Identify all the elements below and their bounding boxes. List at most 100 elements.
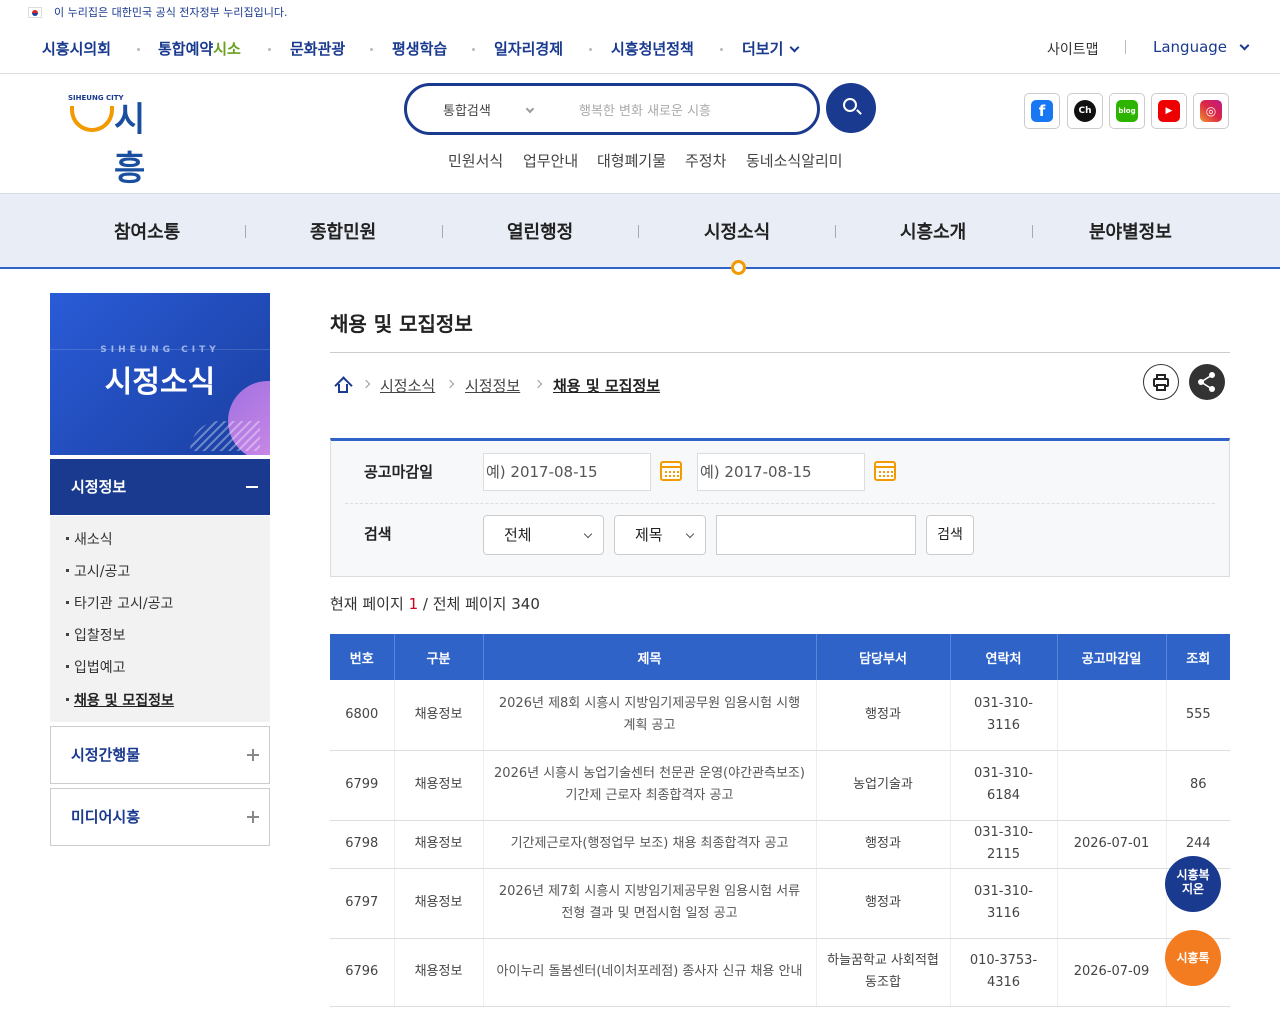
logo-smile-shape [70,106,114,132]
date-from-input[interactable]: 예) 2017-08-15 [483,453,651,491]
instagram-icon[interactable]: ◎ [1193,93,1229,129]
search-filter-panel: 공고마감일 예) 2017-08-15 예) 2017-08-15 검색 전체 … [330,438,1230,577]
field-select[interactable]: 제목 [614,515,706,555]
lnb-section-city-info[interactable]: 시정정보 [50,459,270,515]
gnb-about-siheung[interactable]: 시흥소개 [900,218,966,244]
row-title-link[interactable]: 2026년 시흥시 농업기술센터 천문관 운영(야간관측보조) 기간제 근로자 … [483,750,817,821]
breadcrumb-city-info[interactable]: 시정정보 [465,375,520,396]
gnb-separator [245,225,246,238]
gov-banner[interactable]: 이 누리집은 대한민국 공식 전자정부 누리집입니다. [0,0,1280,26]
col-category: 구분 [394,634,484,680]
plus-icon [247,811,259,823]
gnb-separator [638,225,639,238]
col-contact: 연락처 [950,634,1058,680]
chevron-right-icon [445,379,455,389]
row-title-link[interactable]: 기간제근로자(행정업무 보조) 채용 최종합격자 공고 [483,820,817,869]
recruitment-table: 번호 구분 제목 담당부서 연락처 공고마감일 조회 6800 채용정보 2026년… [330,634,1230,1007]
row-title-link[interactable]: 2026년 제7회 시흥시 지방임기제공무원 임용시험 서류전형 결과 및 면접… [483,868,817,939]
chevron-down-icon [1239,40,1250,51]
col-number: 번호 [330,634,395,680]
title-divider [330,352,1230,353]
search-input[interactable]: 행복한 변화 새로운 시흥 [579,100,711,119]
home-icon[interactable] [334,376,353,395]
lnb-item-legislation[interactable]: 입법예고 [66,657,126,677]
youtube-icon[interactable]: ▶ [1151,93,1187,129]
lnb-section-publications[interactable]: 시정간행물 [50,726,270,784]
quick-link-parking[interactable]: 주정차 [685,150,726,171]
lnb-submenu: 새소식 고시/공고 타기관 고시/공고 입찰정보 입법예고 채용 및 모집정보 [50,516,270,722]
talk-float-button[interactable]: 시흥톡 [1165,930,1221,986]
keyword-input[interactable] [716,515,916,555]
breadcrumb-city-news[interactable]: 시정소식 [380,375,435,396]
util-separator [720,48,723,51]
table-row[interactable]: 6798 채용정보 기간제근로자(행정업무 보조) 채용 최종합격자 공고 행정과 03… [330,820,1230,869]
util-link-council[interactable]: 시흥시의회 [42,38,111,59]
util-link-more[interactable]: 더보기 [742,38,800,59]
util-separator [268,48,271,51]
lnb-item-recruitment[interactable]: 채용 및 모집정보 [66,690,174,710]
table-row[interactable]: 6796 채용정보 아이누리 돌봄센터(네이처포레점) 종사자 신규 채용 안내 하늘… [330,938,1230,1007]
filter-search-button[interactable]: 검색 [926,515,974,555]
lnb-section-media[interactable]: 미디어시흥 [50,788,270,846]
sitemap-link[interactable]: 사이트맵 [1047,39,1099,59]
active-menu-indicator [731,260,746,275]
gnb-city-news[interactable]: 시정소식 [704,218,770,244]
table-row[interactable]: 6797 채용정보 2026년 제7회 시흥시 지방임기제공무원 임용시험 서류전형… [330,868,1230,939]
search-icon [843,98,857,112]
col-views: 조회 [1166,634,1230,680]
util-link-culture[interactable]: 문화관광 [290,38,345,59]
chevron-down-icon [685,529,695,539]
siheung-logo[interactable]: SIHEUNG CITY 시흥 [68,90,168,189]
quick-link-forms[interactable]: 민원서식 [448,150,503,171]
util-link-learning[interactable]: 평생학습 [392,38,447,59]
calendar-icon[interactable] [874,461,896,481]
minus-icon [246,486,258,488]
gnb-open-admin[interactable]: 열린행정 [507,218,573,244]
chevron-down-icon [789,42,800,53]
date-to-input[interactable]: 예) 2017-08-15 [697,453,865,491]
util-divider [1125,40,1126,54]
gnb-civil-service[interactable]: 종합민원 [310,218,376,244]
lnb-item-news[interactable]: 새소식 [66,529,113,549]
row-title-link[interactable]: 아이누리 돌봄센터(네이처포레점) 종사자 신규 채용 안내 [483,938,817,1007]
util-separator [137,48,140,51]
row-title-link[interactable]: 2026년 제8회 시흥시 지방임기제공무원 임용시험 시행계획 공고 [483,680,817,751]
lnb-item-notice[interactable]: 고시/공고 [65,561,130,581]
util-separator [472,48,475,51]
col-department: 담당부서 [816,634,951,680]
lnb-item-other-notice[interactable]: 타기관 고시/공고 [65,593,173,613]
decorative-stripes [190,421,260,451]
language-select[interactable]: Language [1153,38,1250,56]
col-deadline: 공고마감일 [1057,634,1167,680]
print-button[interactable] [1143,364,1179,400]
lnb-banner: SIHEUNG CITY 시정소식 [50,293,270,455]
kakao-channel-icon[interactable]: Ch [1067,93,1103,129]
gnb-field-info[interactable]: 분야별정보 [1089,218,1172,244]
facebook-icon[interactable]: f [1024,93,1060,129]
blog-icon[interactable]: blog [1109,93,1145,129]
page-title: 채용 및 모집정보 [330,312,473,336]
category-select[interactable]: 전체 [483,515,604,555]
table-row[interactable]: 6799 채용정보 2026년 시흥시 농업기술센터 천문관 운영(야간관측보조) … [330,750,1230,821]
quick-link-bulky-waste[interactable]: 대형폐기물 [597,150,666,171]
utility-nav: 시흥시의회 통합예약시소 문화관광 평생학습 일자리경제 시흥청년정책 더보기 … [0,26,1280,74]
quick-link-neighborhood-alarm[interactable]: 동네소식알리미 [746,150,843,171]
table-row[interactable]: 6800 채용정보 2026년 제8회 시흥시 지방임기제공무원 임용시험 시행계획… [330,680,1230,751]
share-button[interactable] [1189,364,1225,400]
util-link-youth[interactable]: 시흥청년정책 [611,38,694,59]
deadline-label: 공고마감일 [364,463,434,481]
calendar-icon[interactable] [660,461,682,481]
filter-divider [345,503,1215,504]
lnb-item-bid[interactable]: 입찰정보 [66,625,126,645]
search-button[interactable] [826,83,876,133]
search-category-select[interactable]: 통합검색 [443,100,535,119]
total-pages: 340 [511,595,540,613]
gnb-participation[interactable]: 참여소통 [114,218,180,244]
chevron-down-icon [525,104,535,114]
breadcrumb-recruitment[interactable]: 채용 및 모집정보 [553,375,660,396]
welfare-float-button[interactable]: 시흥복지온 [1165,856,1221,912]
util-link-reservation[interactable]: 통합예약시소 [158,38,241,59]
gnb-separator [835,225,836,238]
quick-link-work-guide[interactable]: 업무안내 [523,150,578,171]
util-link-jobs[interactable]: 일자리경제 [494,38,563,59]
